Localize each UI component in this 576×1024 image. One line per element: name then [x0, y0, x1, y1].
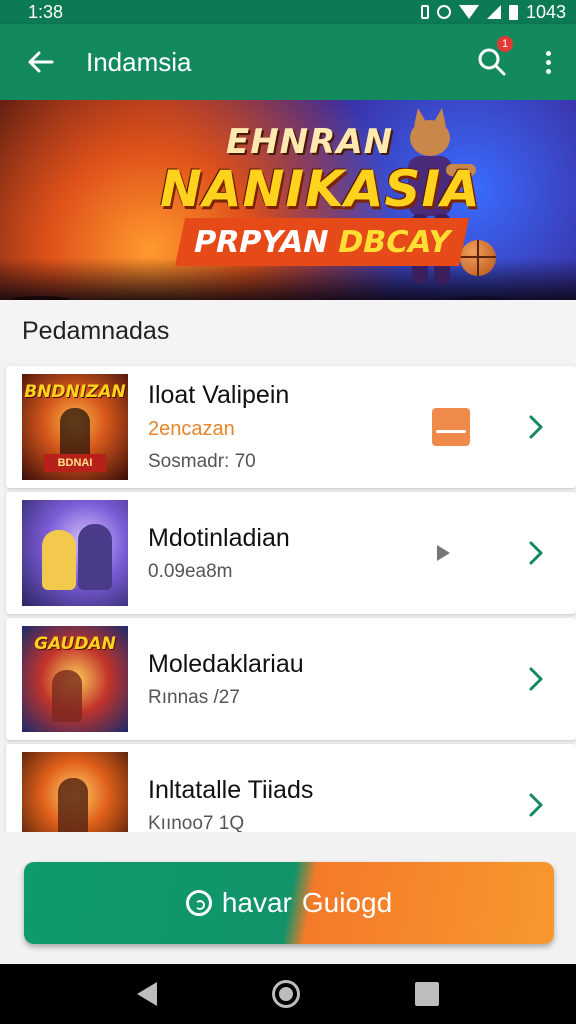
signal-icon [486, 5, 501, 19]
section-title: Pedamnadas [0, 300, 576, 362]
status-icons: 1043 [420, 1, 566, 23]
chevron-right-icon[interactable] [516, 533, 556, 573]
wifi-icon [458, 5, 479, 19]
more-dot-icon [545, 59, 551, 65]
app-screen: 1:38 1043 Indamsia 1 EHNRAN NANIKASIA PR… [0, 0, 576, 1024]
alarm-icon [436, 5, 451, 19]
item-subtitle: Kıınoo7 1Q [148, 812, 245, 833]
basketball-icon [460, 240, 496, 276]
list-item[interactable]: Inltatalle Tiiads Kıınoo7 1Q [6, 744, 576, 832]
item-title: Moledaklariau [148, 649, 304, 678]
more-dot-icon [545, 50, 551, 56]
chevron-right-icon[interactable] [516, 785, 556, 825]
item-subtitle: Rınnas /27 [148, 686, 240, 708]
thumbnail-figure [78, 524, 112, 590]
status-time: 1:38 [28, 1, 64, 22]
item-list: BNDNIZAN BDNAI Iloat Valipein 2encazan S… [0, 362, 576, 832]
banner-heading-top: EHNRAN [226, 122, 394, 162]
primary-action-button[interactable]: havar Guiogd [24, 862, 554, 944]
list-item[interactable]: GAUDAN Moledaklariau Rınnas /27 [6, 618, 576, 740]
promo-banner[interactable]: EHNRAN NANIKASIA PRPYAN DBCAY [0, 100, 576, 300]
battery-level: 1043 [525, 1, 566, 22]
nav-back-icon[interactable] [137, 982, 158, 1006]
more-dot-icon [545, 68, 551, 74]
chevron-right-icon[interactable] [516, 659, 556, 699]
vibrate-icon [420, 5, 429, 19]
item-subtitle: 0.09ea8m [148, 560, 233, 582]
status-bar: 1:38 1043 [0, 0, 576, 24]
more-options-button[interactable] [520, 24, 576, 100]
item-text: Inltatalle Tiiads Kıınoo7 1Q [128, 776, 516, 833]
item-thumbnail [22, 500, 128, 606]
chevron-right-icon[interactable] [516, 407, 556, 447]
banner-tagline-right: DBCAY [334, 224, 454, 260]
thumbnail-figure [42, 530, 76, 590]
banner-tagline: PRPYAN DBCAY [174, 218, 470, 266]
thumbnail-figure [60, 408, 90, 460]
app-bar: Indamsia 1 [0, 24, 576, 100]
nav-home-icon[interactable] [271, 980, 300, 1008]
circle-icon [185, 890, 212, 916]
orange-badge-icon[interactable] [432, 408, 470, 446]
item-subtitle: 2encazan [148, 418, 235, 440]
item-title: Mdotinladian [148, 523, 290, 552]
banner-heading-main: NANIKASIA [160, 160, 481, 218]
item-text: Mdotinladian 0.09ea8m [128, 524, 437, 583]
cta-label-orange: Guiogd [301, 887, 393, 918]
app-title: Indamsia [86, 46, 192, 77]
item-thumbnail: BNDNIZAN BDNAI [22, 374, 128, 480]
back-button[interactable] [0, 24, 80, 100]
list-item[interactable]: BNDNIZAN BDNAI Iloat Valipein 2encazan S… [6, 366, 576, 488]
item-title: Iloat Valipein [148, 381, 290, 409]
thumbnail-figure [52, 670, 82, 722]
list-item[interactable]: Mdotinladian 0.09ea8m [6, 492, 576, 614]
nav-recents-icon[interactable] [414, 982, 439, 1006]
banner-tagline-left: PRPYAN [190, 224, 332, 260]
thumbnail-badge: BDNAI [44, 454, 106, 472]
item-text: Moledaklariau Rınnas /27 [128, 650, 516, 709]
battery-icon [508, 4, 518, 20]
item-thumbnail [22, 752, 128, 832]
cta-label-green: havar [221, 887, 292, 918]
search-button[interactable]: 1 [464, 24, 520, 100]
notification-badge: 1 [497, 36, 513, 52]
item-thumbnail: GAUDAN [22, 626, 128, 732]
thumbnail-title: GAUDAN [34, 634, 116, 654]
item-text: Iloat Valipein 2encazan Sosmadr: 70 [128, 381, 432, 473]
play-icon[interactable] [437, 545, 450, 561]
thumbnail-figure [58, 778, 88, 832]
item-title: Inltatalle Tiiads [148, 775, 314, 804]
system-nav-bar [0, 964, 576, 1024]
item-meta: Sosmadr: 70 [148, 451, 256, 472]
thumbnail-title: BNDNIZAN [24, 382, 126, 402]
arrow-left-icon [28, 51, 54, 73]
